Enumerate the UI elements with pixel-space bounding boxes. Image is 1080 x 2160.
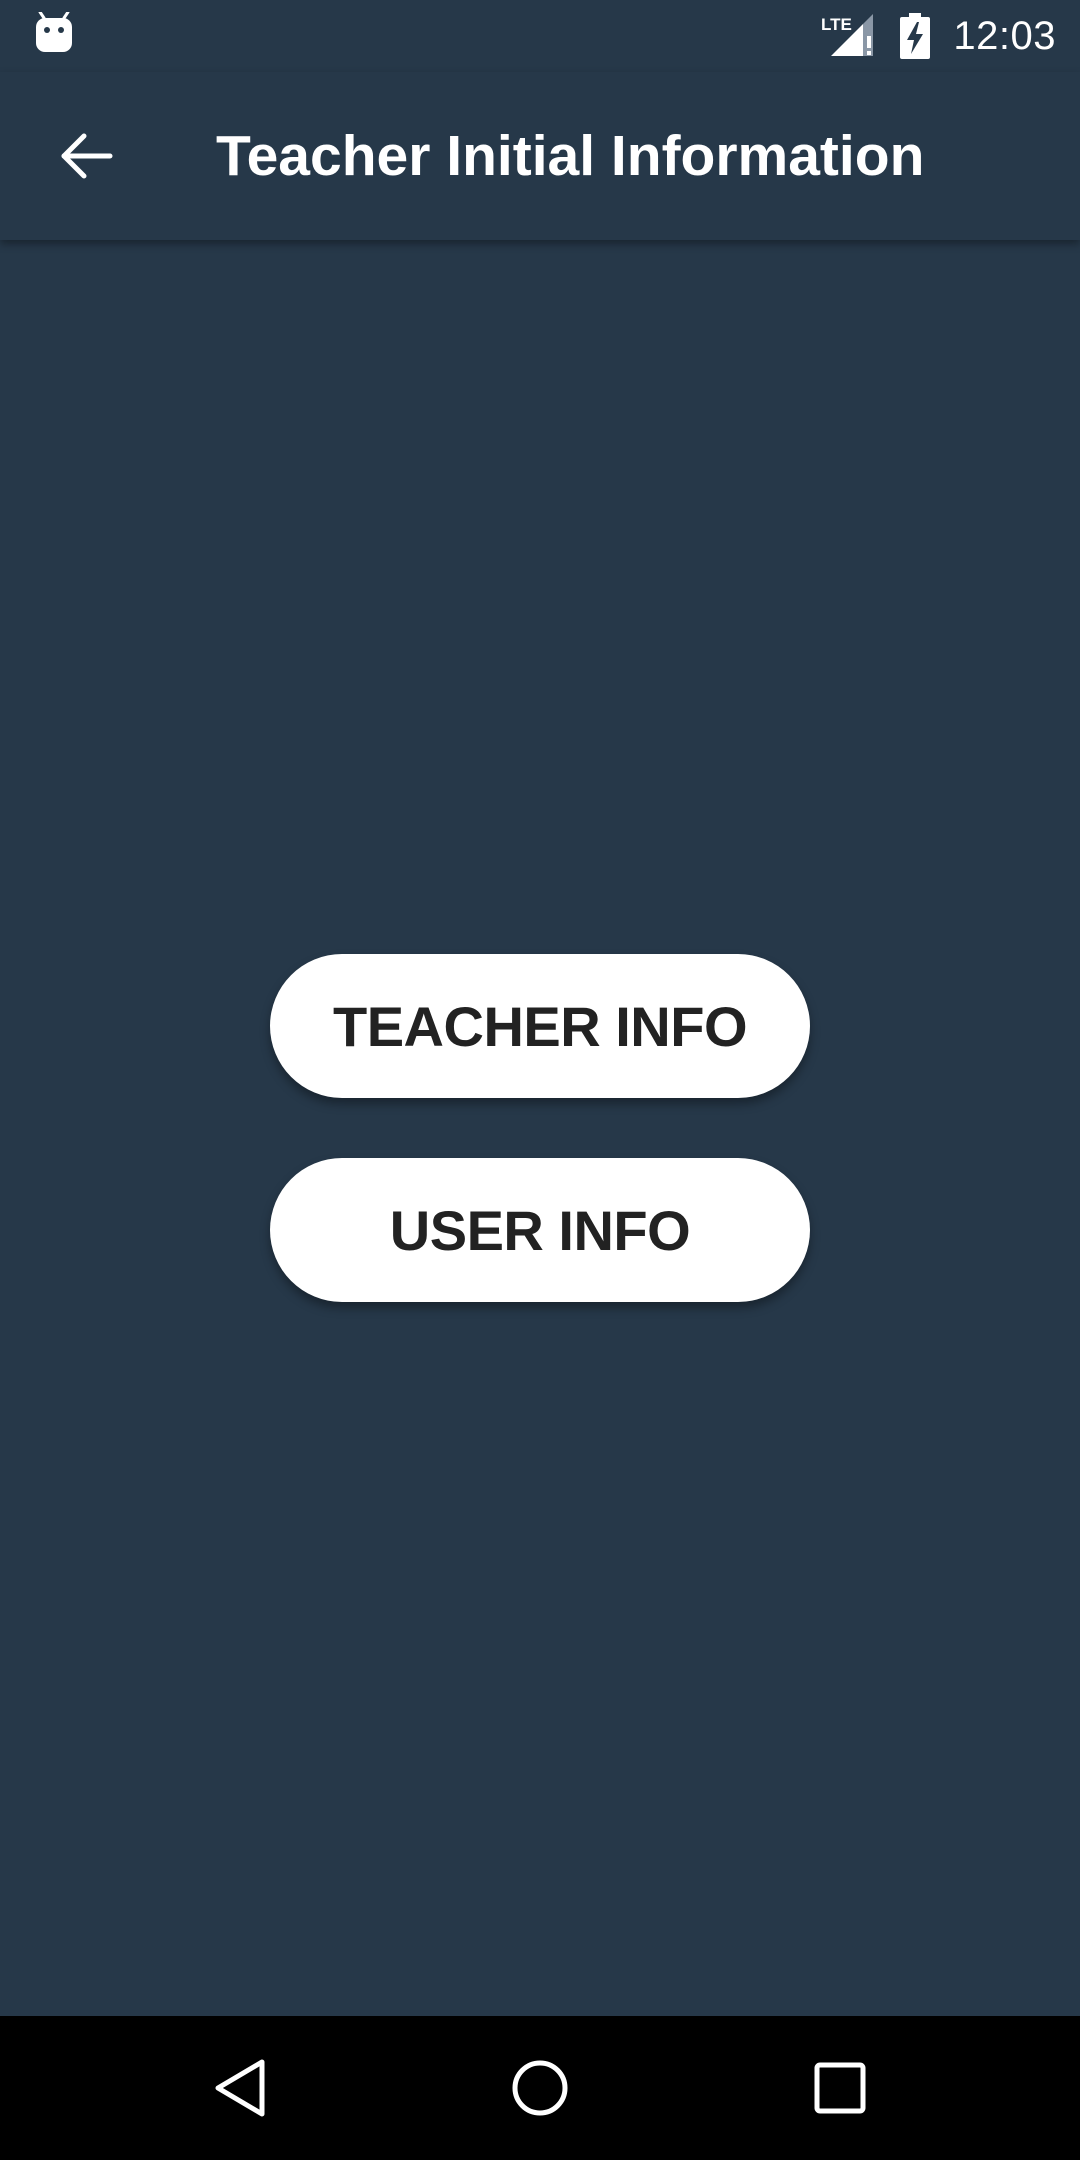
teacher-info-button[interactable]: TEACHER INFO	[270, 954, 810, 1098]
battery-charging-icon	[899, 13, 931, 59]
nav-home-button[interactable]	[488, 2036, 592, 2140]
back-button[interactable]	[44, 114, 128, 198]
nav-back-button[interactable]	[188, 2036, 292, 2140]
status-bar: LTE 12:03	[0, 0, 1080, 72]
android-icon	[34, 10, 74, 56]
status-time: 12:03	[953, 13, 1056, 58]
nav-back-triangle-icon	[215, 2059, 265, 2117]
user-info-button[interactable]: USER INFO	[270, 1158, 810, 1302]
app-bar: Teacher Initial Information	[0, 72, 1080, 240]
nav-recents-square-icon	[814, 2062, 866, 2114]
status-icons: LTE 12:03	[821, 0, 1056, 72]
screen: LTE 12:03 Teacher Initial Information TE…	[0, 0, 1080, 2160]
lte-signal-icon: LTE	[821, 12, 877, 60]
arrow-back-icon	[61, 133, 113, 179]
system-nav-bar	[0, 2016, 1080, 2160]
nav-recents-button[interactable]	[788, 2036, 892, 2140]
main-content: TEACHER INFO USER INFO	[0, 240, 1080, 2016]
lte-label: LTE	[821, 15, 852, 34]
nav-home-circle-icon	[512, 2060, 568, 2116]
page-title: Teacher Initial Information	[216, 124, 925, 188]
